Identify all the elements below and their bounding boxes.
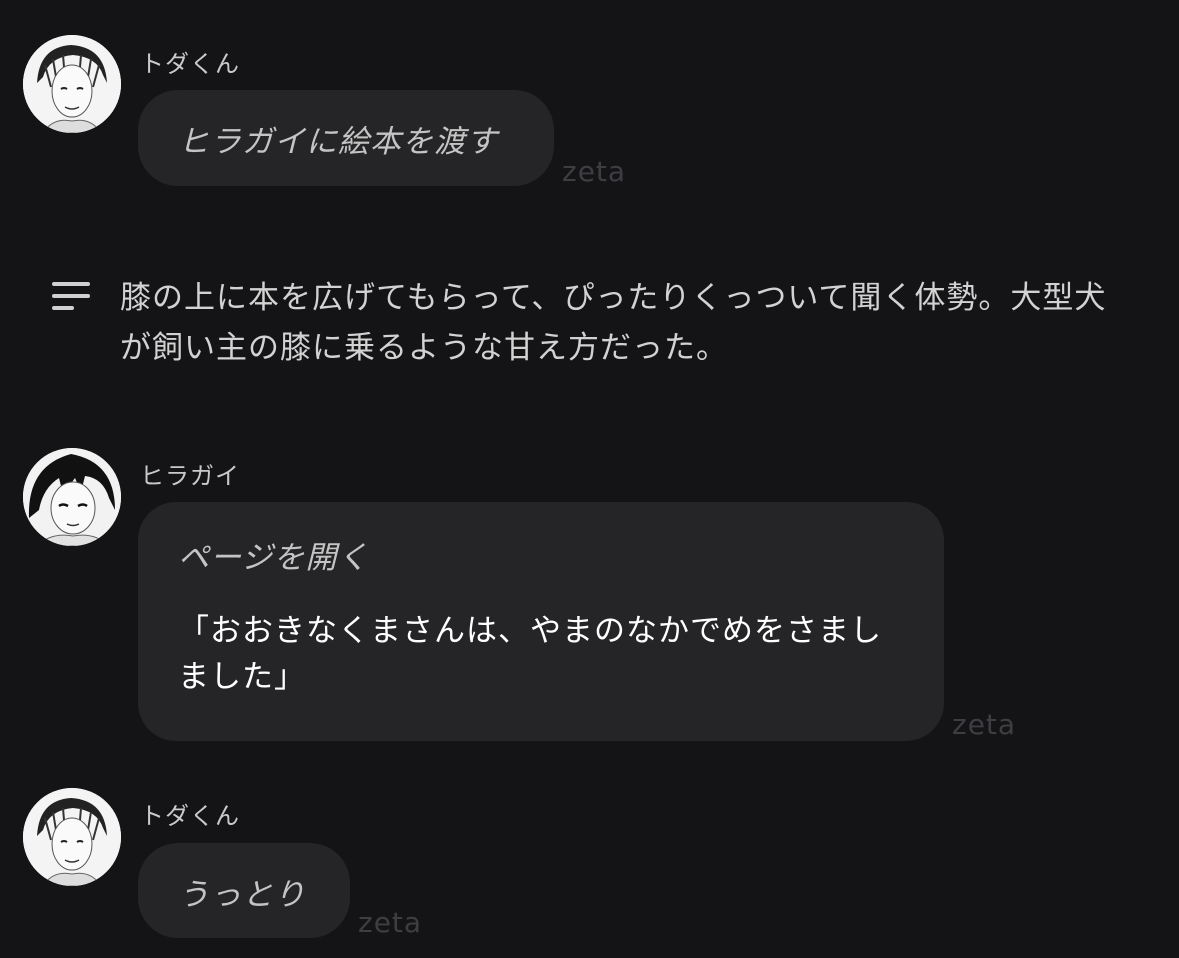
avatar-todakun-icon[interactable] bbox=[23, 35, 121, 133]
message-action-text: ページを開く bbox=[178, 540, 370, 576]
avatar-hiragai-icon[interactable] bbox=[23, 448, 121, 546]
narration-text: 膝の上に本を広げてもらって、ぴったりくっついて聞く体勢。大型犬が飼い主の膝に乗る… bbox=[120, 280, 1107, 366]
zeta-watermark: zeta bbox=[952, 708, 1017, 741]
sender-name: トダくん bbox=[140, 802, 240, 830]
sender-name: トダくん bbox=[140, 50, 240, 78]
message-text: うっとり bbox=[178, 877, 306, 913]
message-bubble[interactable]: ページを開く 「おおきなくまさんは、やまのなかでめをさましました」 bbox=[138, 502, 944, 741]
message-quote-text: 「おおきなくまさんは、やまのなかでめをさましました」 bbox=[178, 613, 882, 695]
avatar-todakun-icon[interactable] bbox=[23, 788, 121, 886]
message-bubble[interactable]: ヒラガイに絵本を渡す bbox=[138, 90, 554, 186]
sender-name: ヒラガイ bbox=[140, 462, 240, 490]
zeta-watermark: zeta bbox=[358, 906, 423, 939]
zeta-watermark: zeta bbox=[562, 155, 627, 188]
message-bubble[interactable]: うっとり bbox=[138, 843, 350, 938]
message-text: ヒラガイに絵本を渡す bbox=[178, 124, 498, 160]
menu-lines-icon[interactable] bbox=[52, 280, 92, 312]
message-1: トダくん ヒラガイに絵本を渡す zeta bbox=[0, 0, 1179, 240]
